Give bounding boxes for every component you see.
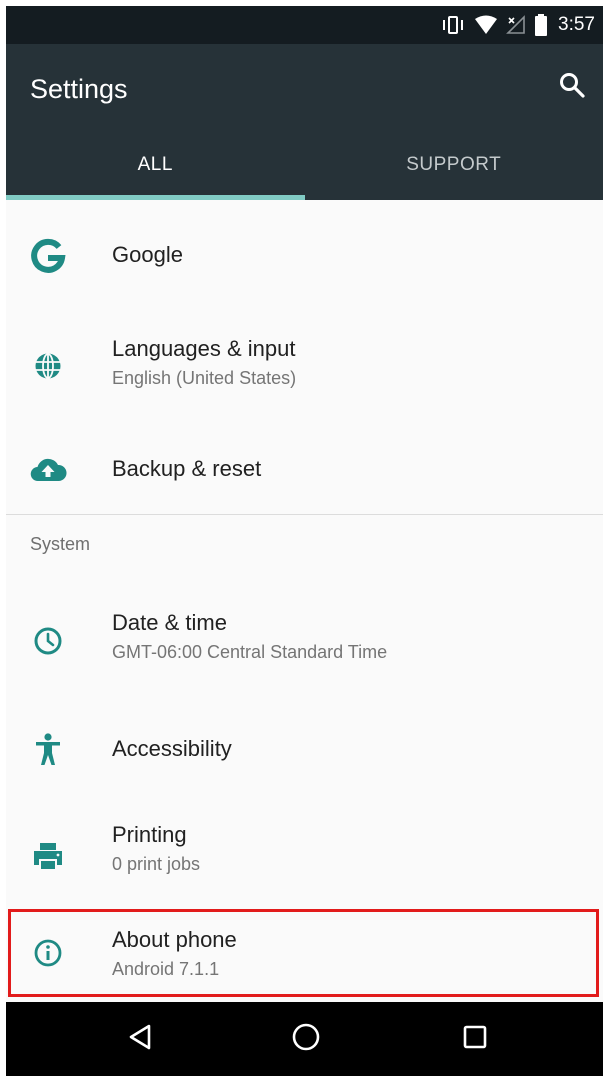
setting-title: Backup & reset [112, 456, 262, 481]
status-time: 3:57 [558, 14, 595, 35]
setting-title: Google [112, 242, 183, 267]
no-signal-icon [506, 15, 526, 35]
page-title: Settings [30, 74, 128, 104]
wifi-icon [474, 15, 498, 35]
tab-support[interactable]: SUPPORT [305, 134, 603, 200]
battery-icon [534, 14, 548, 36]
setting-title: Date & time [112, 610, 227, 635]
setting-subtitle: 0 print jobs [112, 854, 201, 874]
setting-accessibility[interactable]: Accessibility [6, 700, 603, 800]
status-bar: 3:57 [6, 6, 603, 44]
tab-support-label: SUPPORT [406, 154, 502, 175]
section-header-system: System [30, 534, 91, 554]
accessibility-icon [28, 730, 68, 770]
back-icon [127, 1023, 153, 1056]
highlight-box [8, 909, 599, 997]
setting-title: Printing [112, 822, 187, 847]
back-button[interactable] [120, 1019, 160, 1059]
recents-button[interactable] [455, 1019, 495, 1059]
tab-all-label: ALL [137, 154, 173, 175]
tab-all[interactable]: ALL [6, 134, 305, 200]
setting-title: Languages & input [112, 336, 296, 361]
printer-icon [28, 836, 68, 876]
setting-google[interactable]: Google [6, 200, 603, 312]
clock-icon [28, 621, 68, 661]
app-bar: Settings ALL SUPPORT [6, 44, 603, 200]
navigation-bar [6, 1002, 603, 1076]
phone-screen: 3:57 Settings ALL SUPPORT Google Languag… [6, 6, 603, 1076]
google-icon [28, 236, 68, 276]
setting-subtitle: GMT-06:00 Central Standard Time [112, 642, 388, 662]
setting-subtitle: English (United States) [112, 368, 297, 388]
home-button[interactable] [286, 1019, 326, 1059]
setting-languages-input[interactable]: Languages & input English (United States… [6, 312, 603, 420]
search-button[interactable] [555, 70, 589, 104]
setting-printing[interactable]: Printing 0 print jobs [6, 800, 603, 904]
home-icon [291, 1022, 321, 1057]
cloud-upload-icon [28, 450, 68, 490]
setting-title: Accessibility [112, 736, 232, 761]
setting-backup-reset[interactable]: Backup & reset [6, 420, 603, 520]
search-icon [558, 71, 586, 104]
vibrate-icon [440, 14, 466, 36]
setting-date-time[interactable]: Date & time GMT-06:00 Central Standard T… [6, 590, 603, 700]
status-icons: 3:57 [440, 6, 595, 44]
tab-bar: ALL SUPPORT [6, 134, 603, 200]
globe-icon [28, 346, 68, 386]
section-divider [6, 514, 603, 515]
recents-icon [462, 1024, 488, 1055]
